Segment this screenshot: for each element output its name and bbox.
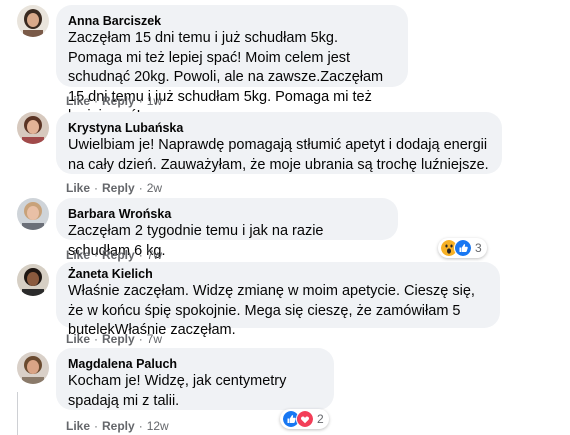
avatar[interactable] xyxy=(17,5,49,37)
comment-author[interactable]: Barbara Wrońska xyxy=(68,206,386,222)
reply-link[interactable]: Reply xyxy=(102,181,135,195)
like-link[interactable]: Like xyxy=(66,181,90,195)
like-link[interactable]: Like xyxy=(66,94,90,108)
thread-line xyxy=(17,392,18,435)
timestamp[interactable]: 1w xyxy=(147,94,162,108)
reply-link[interactable]: Reply xyxy=(102,332,135,346)
timestamp[interactable]: 12w xyxy=(147,419,169,433)
comment-actions: Like · Reply · 7w xyxy=(66,248,163,262)
comment-actions: Like · Reply · 2w xyxy=(66,181,163,195)
reply-link[interactable]: Reply xyxy=(102,419,135,433)
timestamp[interactable]: 7w xyxy=(147,332,162,346)
comment-bubble: Krystyna Lubańska Uwielbiam je! Naprawdę… xyxy=(56,112,502,174)
reactions-summary[interactable]: 3 xyxy=(438,238,487,258)
timestamp[interactable]: 2w xyxy=(147,181,162,195)
reply-link[interactable]: Reply xyxy=(102,94,135,108)
comment-bubble: Żaneta Kielich Właśnie zaczęłam. Widzę z… xyxy=(56,262,500,338)
comment-actions: Like · Reply · 12w xyxy=(66,419,169,433)
like-link[interactable]: Like xyxy=(66,248,90,262)
reaction-count: 2 xyxy=(317,412,324,426)
like-icon xyxy=(454,239,472,257)
comment-actions: Like · Reply · 7w xyxy=(66,332,163,346)
heart-icon xyxy=(296,410,314,428)
comment-text: Kocham je! Widzę, jak centymetry spadają… xyxy=(68,373,287,409)
comment-text: Uwielbiam je! Naprawdę pomagają stłumić … xyxy=(68,137,489,173)
reply-link[interactable]: Reply xyxy=(102,248,135,262)
avatar[interactable] xyxy=(17,352,49,384)
like-link[interactable]: Like xyxy=(66,419,90,433)
comment-bubble: Magdalena Paluch Kocham je! Widzę, jak c… xyxy=(56,348,334,410)
timestamp[interactable]: 7w xyxy=(147,248,162,262)
reactions-summary[interactable]: 2 xyxy=(280,409,329,429)
comment-author[interactable]: Magdalena Paluch xyxy=(68,356,322,372)
reaction-count: 3 xyxy=(475,241,482,255)
like-link[interactable]: Like xyxy=(66,332,90,346)
comment-author[interactable]: Anna Barciszek xyxy=(68,13,396,29)
avatar[interactable] xyxy=(17,198,49,230)
comment-bubble: Barbara Wrońska Zaczęłam 2 tygodnie temu… xyxy=(56,198,398,259)
comment-bubble: Anna Barciszek Zaczęłam 15 dni temu i ju… xyxy=(56,5,408,124)
comment-author[interactable]: Żaneta Kielich xyxy=(68,266,488,282)
avatar[interactable] xyxy=(17,264,49,296)
comment-actions: Like · Reply · 1w xyxy=(66,94,163,108)
comment-author[interactable]: Krystyna Lubańska xyxy=(68,120,490,136)
avatar[interactable] xyxy=(17,112,49,144)
